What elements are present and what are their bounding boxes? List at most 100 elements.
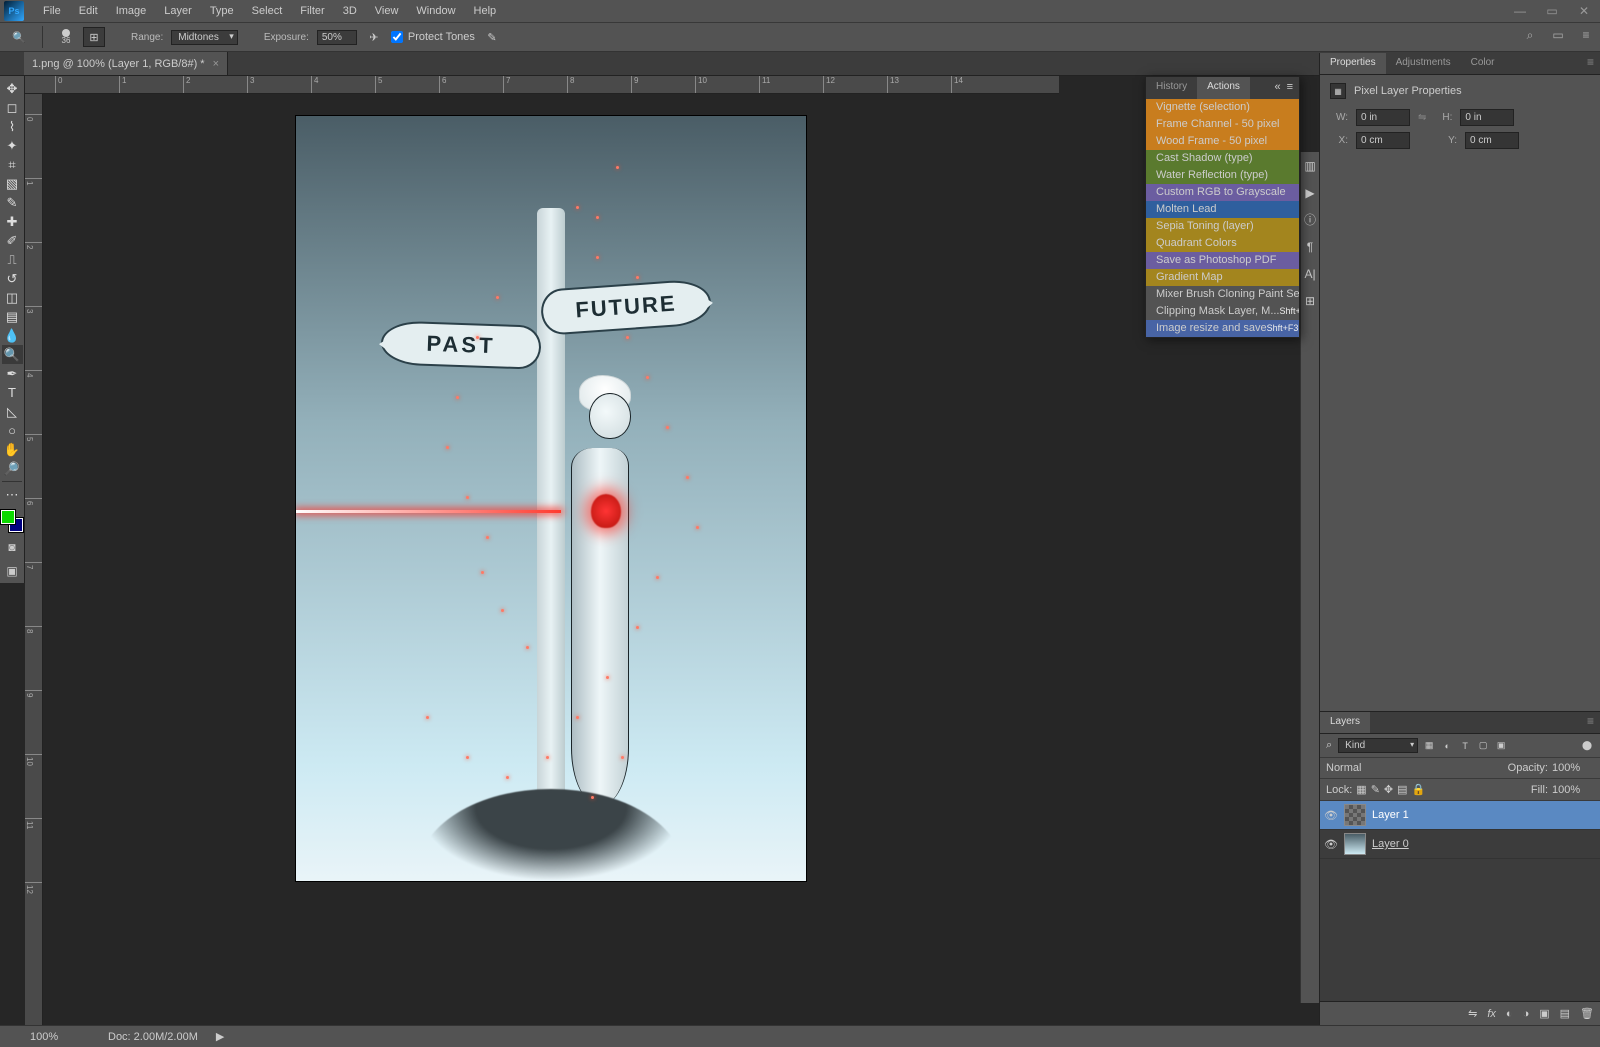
filter-adj-icon[interactable]: ◐ xyxy=(1440,739,1454,753)
share-icon[interactable]: ≡ xyxy=(1578,27,1594,43)
layer-thumbnail[interactable] xyxy=(1344,833,1366,855)
tab-actions[interactable]: Actions xyxy=(1197,77,1250,99)
lock-paint-icon[interactable]: ✎ xyxy=(1371,783,1380,796)
histogram-icon[interactable]: ▥ xyxy=(1303,158,1318,173)
layer-name[interactable]: Layer 1 xyxy=(1372,809,1596,821)
hand-tool[interactable]: ✋ xyxy=(2,440,23,459)
tab-history[interactable]: History xyxy=(1146,77,1197,99)
action-item[interactable]: Cast Shadow (type) xyxy=(1146,150,1299,167)
lock-nest-icon[interactable]: ▤ xyxy=(1397,783,1407,796)
eyedropper-tool[interactable]: ✎ xyxy=(2,193,23,212)
menu-edit[interactable]: Edit xyxy=(70,0,107,22)
visibility-icon[interactable]: 👁 xyxy=(1324,809,1338,822)
action-item[interactable]: Sepia Toning (layer) xyxy=(1146,218,1299,235)
gradient-tool[interactable]: ▤ xyxy=(2,307,23,326)
search-icon[interactable]: ⌕ xyxy=(1522,27,1538,43)
dodge-tool[interactable]: 🔍 xyxy=(2,345,23,364)
action-item[interactable]: Frame Channel - 50 pixel xyxy=(1146,116,1299,133)
menu-select[interactable]: Select xyxy=(243,0,292,22)
panel-menu-icon[interactable]: ≡ xyxy=(1287,81,1293,95)
tab-layers[interactable]: Layers xyxy=(1320,712,1370,733)
healing-tool[interactable]: ✚ xyxy=(2,212,23,231)
canvas-viewport[interactable]: FUTURE PAST xyxy=(43,94,1059,1025)
filter-type-icon[interactable]: T xyxy=(1458,739,1472,753)
menu-help[interactable]: Help xyxy=(465,0,506,22)
layer-name[interactable]: Layer 0 xyxy=(1372,838,1596,850)
type-tool[interactable]: T xyxy=(2,383,23,402)
status-arrow-icon[interactable]: ▶ xyxy=(216,1030,224,1043)
eraser-tool[interactable]: ◫ xyxy=(2,288,23,307)
pen-tool[interactable]: ✒ xyxy=(2,364,23,383)
play-icon[interactable]: ▶ xyxy=(1303,185,1318,200)
trash-icon[interactable]: 🗑 xyxy=(1580,1007,1594,1020)
brush-tool[interactable]: ✐ xyxy=(2,231,23,250)
layer-filter-dropdown[interactable]: Kind xyxy=(1338,738,1418,753)
opacity-input[interactable]: 100% xyxy=(1552,762,1594,774)
panel-collapse-icon[interactable]: « xyxy=(1274,81,1280,95)
zoom-tool[interactable]: 🔎 xyxy=(2,459,23,478)
brush-settings-icon[interactable]: ⊞ xyxy=(83,27,105,47)
info-icon[interactable]: ⓘ xyxy=(1303,212,1318,227)
action-item[interactable]: Wood Frame - 50 pixel xyxy=(1146,133,1299,150)
action-item[interactable]: Vignette (selection) xyxy=(1146,99,1299,116)
pressure-icon[interactable]: ✎ xyxy=(483,28,501,46)
action-item[interactable]: Clipping Mask Layer, M...Shft+F2 xyxy=(1146,303,1299,320)
action-item[interactable]: Quadrant Colors xyxy=(1146,235,1299,252)
action-item[interactable]: Save as Photoshop PDF xyxy=(1146,252,1299,269)
exposure-input[interactable]: 50% xyxy=(317,30,357,45)
adjustment-icon[interactable]: ◑ xyxy=(1523,1008,1530,1020)
height-input[interactable]: 0 in xyxy=(1460,109,1514,126)
x-input[interactable]: 0 cm xyxy=(1356,132,1410,149)
path-tool[interactable]: ◺ xyxy=(2,402,23,421)
lasso-tool[interactable]: ⌇ xyxy=(2,117,23,136)
panel-menu-icon[interactable]: ≡ xyxy=(1581,712,1600,733)
filter-pixel-icon[interactable]: ▦ xyxy=(1422,739,1436,753)
action-item[interactable]: Custom RGB to Grayscale xyxy=(1146,184,1299,201)
menu-layer[interactable]: Layer xyxy=(155,0,201,22)
character-icon[interactable]: A| xyxy=(1303,266,1318,281)
zoom-level[interactable]: 100% xyxy=(30,1031,90,1043)
shape-tool[interactable]: ○ xyxy=(2,421,23,440)
menu-window[interactable]: Window xyxy=(407,0,464,22)
stamp-tool[interactable]: ⎍ xyxy=(2,250,23,269)
action-item[interactable]: Mixer Brush Cloning Paint Setup xyxy=(1146,286,1299,303)
fx-icon[interactable]: fx xyxy=(1487,1008,1496,1020)
panel-menu-icon[interactable]: ≡ xyxy=(1581,53,1600,74)
quickmask-icon[interactable]: ◙ xyxy=(3,538,21,556)
edit-toolbar-icon[interactable]: ⋯ xyxy=(2,485,23,504)
document-tab[interactable]: 1.png @ 100% (Layer 1, RGB/8#) * × xyxy=(24,52,228,75)
menu-type[interactable]: Type xyxy=(201,0,243,22)
history-brush[interactable]: ↺ xyxy=(2,269,23,288)
action-item[interactable]: Water Reflection (type) xyxy=(1146,167,1299,184)
crop-tool[interactable]: ⌗ xyxy=(2,155,23,174)
actions-panel[interactable]: History Actions « ≡ Vignette (selection)F… xyxy=(1145,76,1300,338)
magicwand-tool[interactable]: ✦ xyxy=(2,136,23,155)
blur-tool[interactable]: 💧 xyxy=(2,326,23,345)
frame-tool[interactable]: ▧ xyxy=(2,174,23,193)
range-dropdown[interactable]: Midtones xyxy=(171,30,238,45)
tab-color[interactable]: Color xyxy=(1461,53,1505,74)
filter-shape-icon[interactable]: ▢ xyxy=(1476,739,1490,753)
link-layers-icon[interactable]: ⇋ xyxy=(1468,1007,1477,1020)
color-swatches[interactable] xyxy=(1,510,23,532)
foreground-color[interactable] xyxy=(1,510,15,524)
link-icon[interactable]: ⇋ xyxy=(1418,112,1426,123)
y-input[interactable]: 0 cm xyxy=(1465,132,1519,149)
layer-row[interactable]: 👁Layer 0 xyxy=(1320,830,1600,859)
maximize-button[interactable]: ▭ xyxy=(1536,0,1568,22)
lock-pos-icon[interactable]: ✥ xyxy=(1384,783,1393,796)
active-tool-icon[interactable]: 🔍 xyxy=(10,28,28,46)
minimize-button[interactable]: — xyxy=(1504,0,1536,22)
menu-view[interactable]: View xyxy=(366,0,408,22)
screenmode-icon[interactable]: ▣ xyxy=(3,562,21,580)
protect-tones-check[interactable]: Protect Tones xyxy=(391,31,475,43)
action-item[interactable]: Gradient Map xyxy=(1146,269,1299,286)
lock-trans-icon[interactable]: ▦ xyxy=(1356,783,1366,796)
libraries-icon[interactable]: ⊞ xyxy=(1303,293,1318,308)
mask-icon[interactable]: ◐ xyxy=(1506,1008,1513,1020)
menu-3d[interactable]: 3D xyxy=(334,0,366,22)
tab-adjustments[interactable]: Adjustments xyxy=(1386,53,1461,74)
action-item[interactable]: Molten Lead xyxy=(1146,201,1299,218)
workspace-icon[interactable]: ▭ xyxy=(1550,27,1566,43)
layer-row[interactable]: 👁 Layer 1 xyxy=(1320,801,1600,830)
